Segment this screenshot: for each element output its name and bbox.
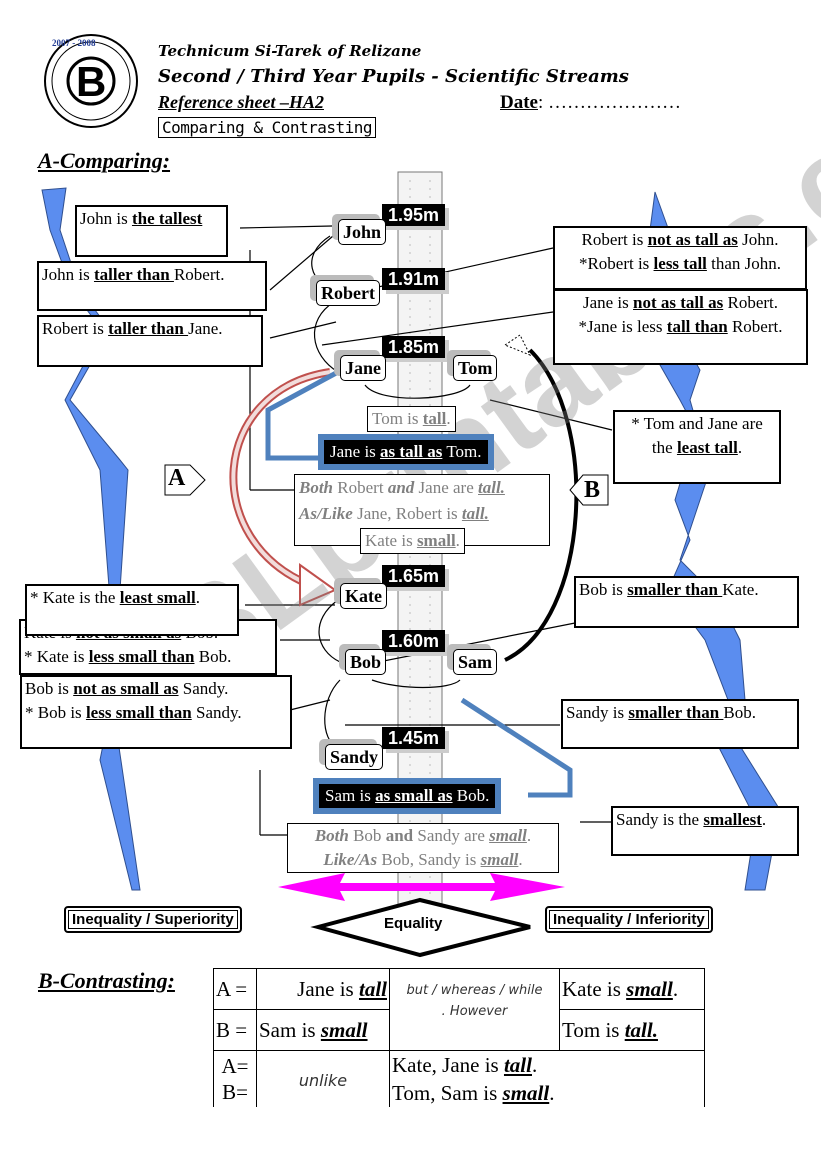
- person-jane: Jane: [340, 355, 386, 381]
- box-robert-taller: Robert is taller than Jane.: [37, 315, 263, 367]
- person-bob: Bob: [345, 649, 387, 675]
- row-label: A =: [213, 968, 257, 1010]
- blue-connector-sam: [460, 697, 573, 798]
- box-bob-smaller: Bob is smaller than Kate.: [574, 576, 799, 628]
- date-field[interactable]: Date: …………………: [500, 92, 681, 114]
- right-clause: Kate is small.: [559, 968, 705, 1010]
- person-sam: Sam: [453, 649, 498, 675]
- box-kate-least-small: * Kate is the least small.: [25, 584, 239, 636]
- person-sandy: Sandy: [325, 744, 384, 770]
- person-kate: Kate: [340, 583, 387, 609]
- unlike-clauses: Kate, Jane is tall. Tom, Sam is small.: [389, 1050, 705, 1107]
- box-john-taller: John is taller than Robert.: [37, 261, 267, 311]
- date-label: Date: [500, 92, 538, 113]
- label-b: B: [584, 477, 601, 503]
- person-robert: Robert: [316, 280, 380, 306]
- box-jane-not-as-tall: Jane is not as tall as Robert. *Jane is …: [553, 289, 808, 365]
- height-robert: 1.91m: [382, 268, 446, 290]
- sam-as-small-as-bob: Sam is as small as Bob.: [312, 778, 502, 814]
- person-john: John: [338, 219, 387, 245]
- contrast-table: A = Jane is tall but / whereas / while .…: [213, 968, 705, 1107]
- box-sandy-smaller: Sandy is smaller than Bob.: [561, 699, 799, 749]
- left-clause: Sam is small: [256, 1009, 390, 1051]
- topic-box: Comparing & Contrasting: [158, 117, 377, 138]
- left-clause: Jane is tall: [256, 968, 390, 1010]
- label-a: A: [168, 465, 186, 491]
- box-john-tallest: John is the tallest: [75, 205, 228, 257]
- box-sandy-smallest: Sandy is the smallest.: [611, 806, 799, 856]
- height-jane: 1.85m: [382, 336, 446, 358]
- height-john: 1.95m: [382, 204, 446, 226]
- sheet-title: Reference sheet –HA2: [158, 92, 324, 112]
- tag-inequality-superiority: Inequality / Superiority: [64, 906, 242, 933]
- box-bob-not-as-small: Bob is not as small as Sandy. * Bob is l…: [20, 675, 292, 749]
- table-row: A= B= unlike Kate, Jane is tall. Tom, Sam…: [213, 1050, 705, 1107]
- tag-inequality-inferiority: Inequality / Inferiority: [545, 906, 713, 933]
- row-label: B =: [213, 1009, 257, 1051]
- height-bob: 1.60m: [382, 630, 446, 652]
- row-label: A= B=: [213, 1050, 257, 1107]
- person-tom: Tom: [453, 355, 498, 381]
- section-contrasting-title: B-Contrasting:: [38, 968, 175, 993]
- section-comparing-title: A-Comparing:: [38, 148, 171, 173]
- tag-equality: Equality: [384, 915, 443, 932]
- school-name: Technicum Si-Tarek of Relizane: [158, 42, 422, 60]
- table-row: A = Jane is tall but / whereas / while .…: [213, 968, 705, 1051]
- box-robert-not-as-tall: Robert is not as tall as John. *Robert i…: [553, 226, 807, 290]
- height-kate: 1.65m: [382, 565, 446, 587]
- tom-is-tall: Tom is tall.: [367, 406, 456, 432]
- date-value: : …………………: [537, 92, 682, 113]
- jane-as-tall-as-tom: Jane is as tall as Tom.: [318, 434, 494, 470]
- logo-years: 2007 - 2008: [52, 38, 96, 48]
- audience-line: Second / Third Year Pupils - Scientific …: [158, 66, 629, 87]
- connector-cell: but / whereas / while . However: [389, 968, 560, 1051]
- height-sandy: 1.45m: [382, 727, 446, 749]
- both-small-box: Both Bob and Sandy are small. Like/As Bo…: [287, 823, 559, 873]
- kate-is-small: Kate is small.: [360, 528, 465, 554]
- logo-letter: B: [76, 58, 107, 105]
- right-clause: Tom is tall.: [559, 1009, 705, 1051]
- box-least-tall: * Tom and Jane are the least tall.: [613, 410, 781, 484]
- unlike-connector: unlike: [256, 1050, 390, 1107]
